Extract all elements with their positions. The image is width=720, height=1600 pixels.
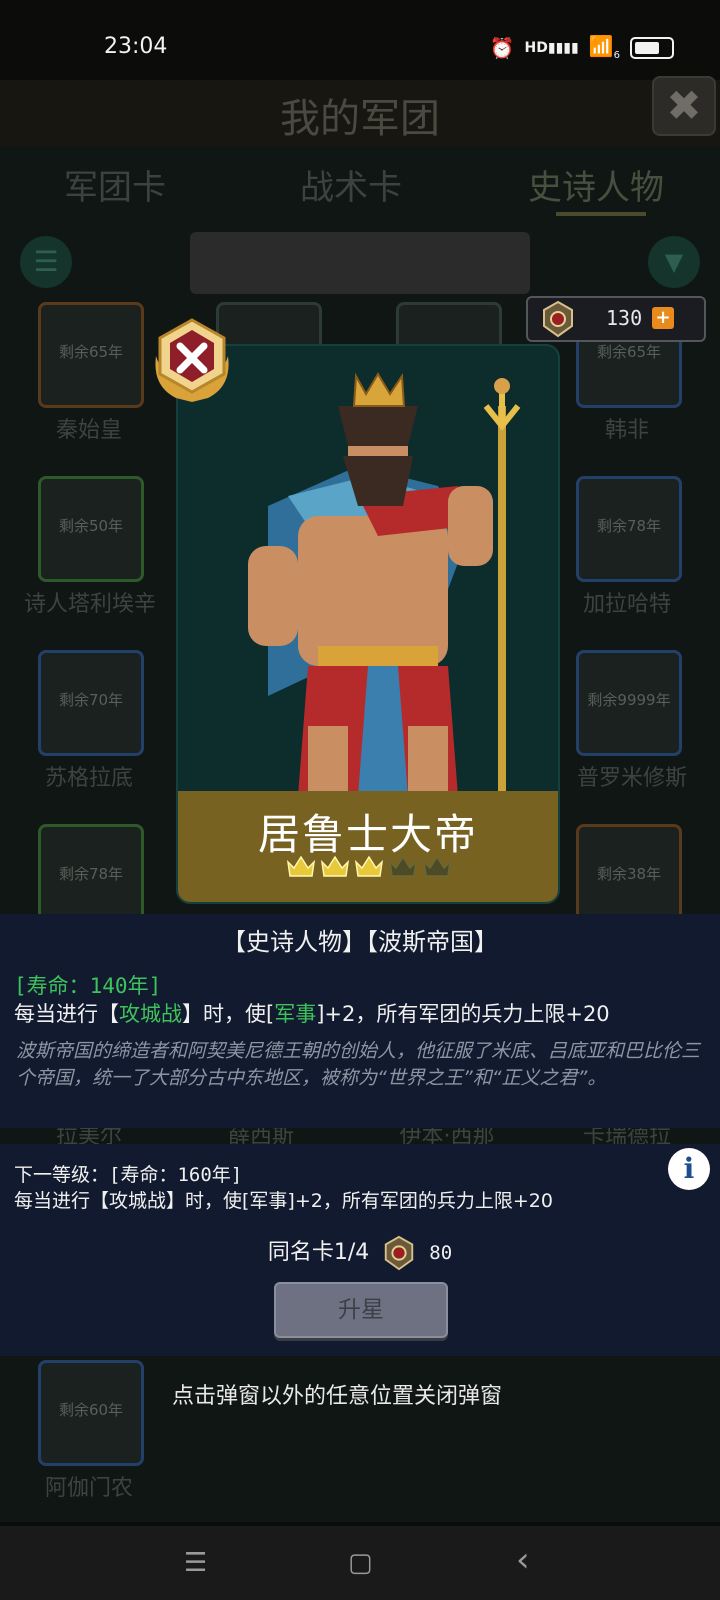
hero-description: 波斯帝国的缔造者和阿契美尼德王朝的创始人，他征服了米底、吕底亚和巴比伦三个帝国，… bbox=[16, 1040, 701, 1089]
wifi-icon: 📶6 bbox=[588, 34, 620, 61]
siege-badge-icon bbox=[155, 318, 229, 402]
card-name: 普罗米修斯 bbox=[576, 766, 687, 791]
duplicate-count: 同名卡1/4 bbox=[267, 1240, 370, 1265]
effect-text: 】时，使[ bbox=[182, 1002, 275, 1026]
star-rating bbox=[286, 854, 452, 880]
bg-card[interactable]: 剩余50年 bbox=[38, 476, 144, 582]
info-icon[interactable]: i bbox=[668, 1148, 710, 1190]
alarm-icon: ⏰ bbox=[489, 35, 515, 60]
card-name: 阿伽门农 bbox=[44, 1476, 133, 1501]
card-remaining: 剩余70年 bbox=[58, 691, 124, 709]
upgrade-cost: 80 bbox=[429, 1242, 453, 1264]
effect-text: 每当进行【 bbox=[14, 1002, 119, 1026]
signal-icon: HD▮▮▮▮ bbox=[524, 39, 579, 56]
close-hint: 点击弹窗以外的任意位置关闭弹窗 bbox=[172, 1384, 503, 1409]
emblem-icon bbox=[385, 1235, 414, 1271]
bg-card[interactable]: 剩余60年 bbox=[38, 1360, 144, 1466]
tab-legion-cards[interactable]: 军团卡 bbox=[64, 160, 166, 209]
effect-keyword-military: 军事 bbox=[274, 1002, 317, 1026]
bg-card[interactable]: 剩余78年 bbox=[576, 476, 682, 582]
duplicate-cards: 同名卡1/4 80 bbox=[0, 1234, 720, 1271]
menu-icon[interactable]: ☰ bbox=[184, 1548, 207, 1578]
filter-icon: ▼ bbox=[664, 248, 684, 276]
effect-keyword-siege: 攻城战 bbox=[119, 1002, 182, 1026]
card-remaining: 剩余50年 bbox=[58, 517, 124, 535]
upgrade-star-button[interactable]: 升星 bbox=[274, 1282, 448, 1338]
crown-empty-icon bbox=[388, 855, 418, 877]
card-name: 诗人塔利埃辛 bbox=[23, 592, 156, 617]
battery-icon bbox=[630, 36, 674, 59]
card-name: 韩非 bbox=[604, 418, 649, 443]
hero-card: 居鲁士大帝 bbox=[176, 344, 560, 904]
add-currency-button[interactable]: + bbox=[652, 307, 674, 329]
home-icon[interactable]: ▢ bbox=[348, 1548, 373, 1578]
page-title: 我的军团 bbox=[280, 96, 440, 142]
tab-tactic-cards[interactable]: 战术卡 bbox=[300, 160, 402, 209]
bg-card[interactable]: 剩余65年 bbox=[38, 302, 144, 408]
hero-lifespan: [寿命：140年] bbox=[14, 974, 162, 998]
list-icon: ☰ bbox=[33, 245, 59, 278]
filter-button[interactable]: ▼ bbox=[648, 236, 700, 288]
card-remaining: 剩余65年 bbox=[596, 343, 662, 361]
card-name: 苏格拉底 bbox=[44, 766, 133, 791]
bg-card[interactable]: 剩余9999年 bbox=[576, 650, 682, 756]
emblem-icon bbox=[543, 300, 573, 338]
card-name: 加拉哈特 bbox=[582, 592, 671, 617]
currency-value: 130 bbox=[606, 306, 643, 330]
card-remaining: 剩余78年 bbox=[58, 865, 124, 883]
card-remaining: 剩余38年 bbox=[596, 865, 662, 883]
card-name: 秦始皇 bbox=[55, 418, 122, 443]
card-remaining: 剩余60年 bbox=[58, 1401, 124, 1419]
close-button[interactable]: ✖ bbox=[652, 76, 716, 136]
wifi-label: 6 bbox=[613, 50, 620, 61]
status-icons: ⏰ HD▮▮▮▮ 📶6 bbox=[490, 34, 674, 61]
card-remaining: 剩余78年 bbox=[596, 517, 662, 535]
card-remaining: 剩余9999年 bbox=[587, 691, 671, 709]
next-level-effect: 每当进行【攻城战】时，使[军事]+2，所有军团的兵力上限+20 bbox=[14, 1190, 553, 1212]
crown-filled-icon bbox=[286, 855, 316, 877]
signal-label: HD bbox=[524, 39, 548, 56]
effect-text: ]+2，所有军团的兵力上限+20 bbox=[316, 1002, 610, 1026]
hero-portrait bbox=[248, 372, 521, 796]
crown-empty-icon bbox=[422, 855, 452, 877]
tab-underline bbox=[556, 212, 646, 216]
tab-epic-figures[interactable]: 史诗人物 bbox=[528, 160, 664, 209]
status-time: 23:04 bbox=[104, 34, 168, 59]
hero-name: 居鲁士大帝 bbox=[257, 810, 478, 859]
search-input[interactable] bbox=[190, 232, 530, 294]
back-icon[interactable]: ‹ bbox=[516, 1540, 530, 1580]
crown-filled-icon bbox=[354, 855, 384, 877]
crown-filled-icon bbox=[320, 855, 350, 877]
hero-tags: 【史诗人物】【波斯帝国】 bbox=[222, 928, 498, 956]
bg-card[interactable]: 剩余70年 bbox=[38, 650, 144, 756]
next-level-lifespan: 下一等级：[寿命：160年] bbox=[14, 1164, 243, 1186]
list-view-button[interactable]: ☰ bbox=[20, 236, 72, 288]
hero-effect: 每当进行【攻城战】时，使[军事]+2，所有军团的兵力上限+20 bbox=[14, 998, 610, 1028]
currency-display: 130 + bbox=[526, 296, 706, 342]
card-remaining: 剩余65年 bbox=[58, 343, 124, 361]
